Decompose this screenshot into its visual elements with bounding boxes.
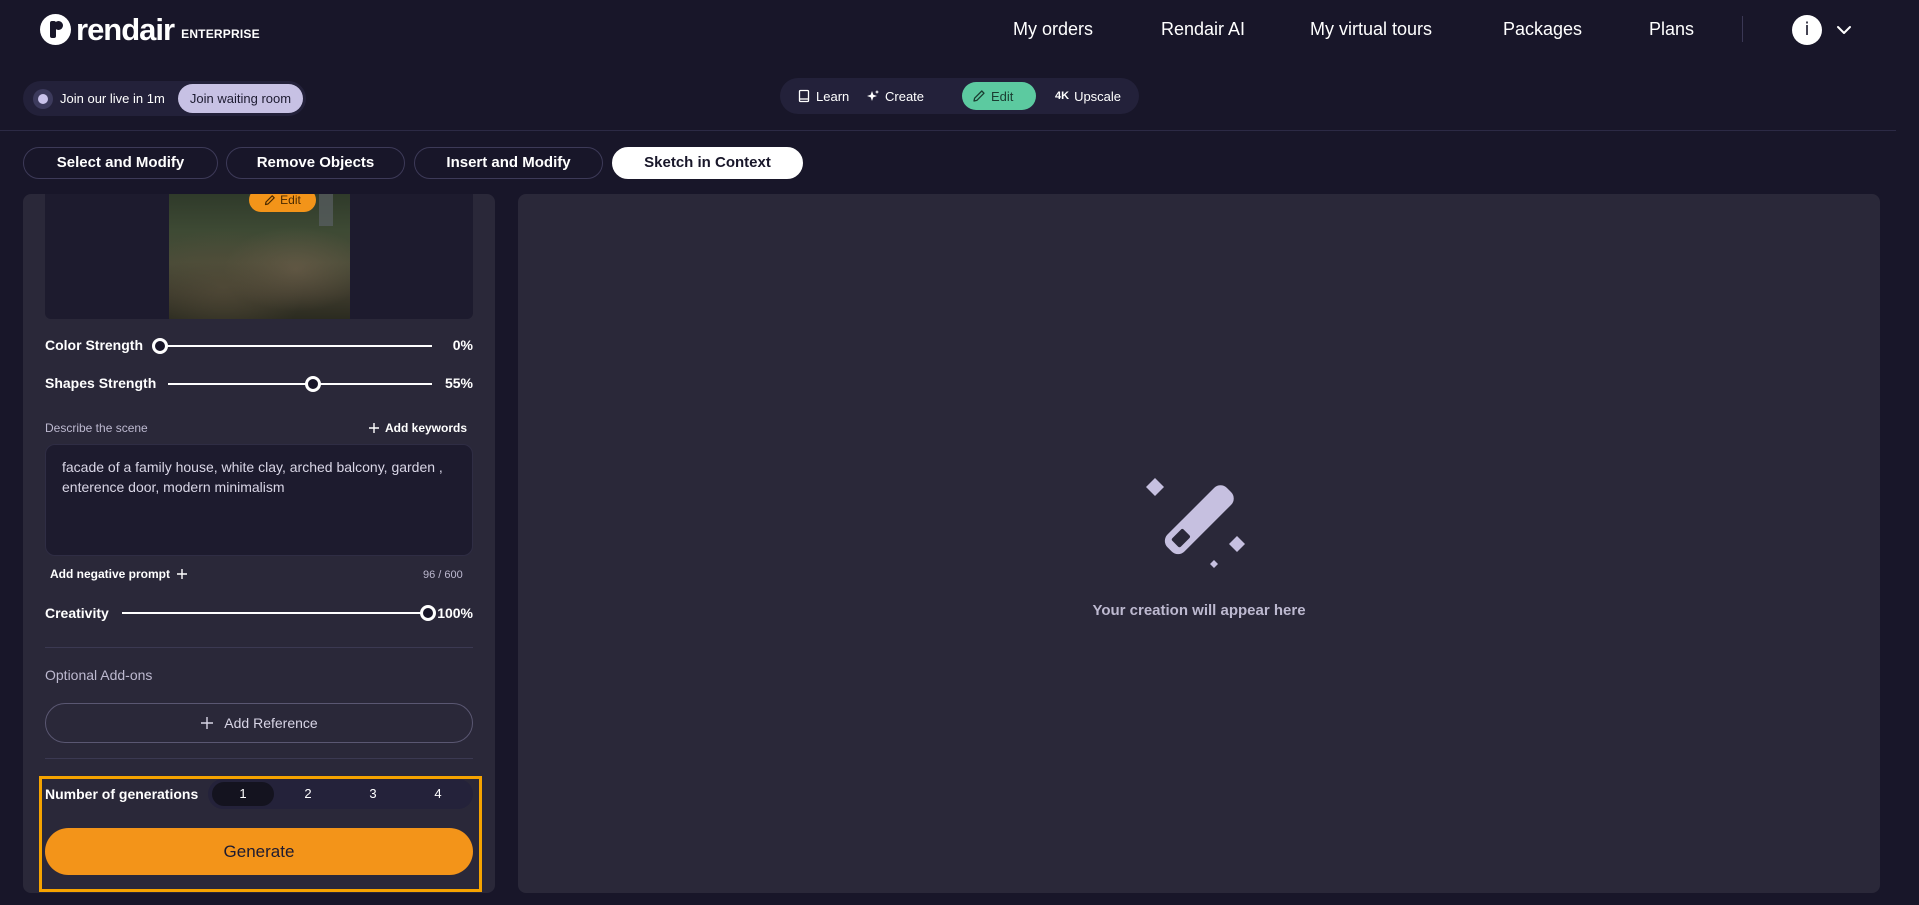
mode-upscale[interactable]: 4K Upscale [1045, 82, 1131, 110]
header-divider [0, 130, 1896, 131]
plus-icon [201, 717, 214, 729]
generate-button[interactable]: Generate [45, 828, 473, 875]
mode-edit-label: Edit [991, 88, 1014, 104]
top-navigation: rendair ENTERPRISE My orders Rendair AI … [0, 0, 1919, 60]
creativity-value: 100% [437, 605, 473, 621]
color-strength-value: 0% [452, 337, 473, 353]
uploaded-sketch-image [169, 194, 350, 319]
optional-addons-title: Optional Add-ons [45, 667, 153, 683]
shapes-strength-slider-track[interactable] [168, 383, 432, 385]
plus-icon [177, 569, 188, 579]
book-icon [798, 89, 810, 103]
prompt-character-count: 96 / 600 [423, 569, 463, 581]
tab-select-and-modify[interactable]: Select and Modify [23, 147, 218, 179]
number-of-generations-label: Number of generations [45, 786, 199, 802]
shapes-strength-label: Shapes Strength [45, 375, 157, 391]
tab-sketch-in-context[interactable]: Sketch in Context [612, 147, 803, 179]
shapes-strength-slider-thumb[interactable] [305, 376, 322, 392]
generations-option-4[interactable]: 4 [407, 782, 469, 806]
sparkle-icon [867, 90, 879, 101]
plus-icon [369, 423, 379, 433]
rendair-logo-icon [40, 14, 71, 45]
add-negative-prompt-label: Add negative prompt [50, 567, 171, 581]
mode-create-label: Create [885, 88, 925, 104]
live-banner: Join our live in 1m Join waiting room [23, 81, 306, 116]
pencil-icon [265, 195, 275, 206]
nav-plans[interactable]: Plans [1649, 19, 1694, 40]
brand-name: rendair [76, 12, 175, 47]
brand-badge: ENTERPRISE [181, 26, 260, 41]
shapes-strength-value: 55% [444, 375, 473, 391]
mode-learn-label: Learn [816, 88, 850, 104]
nav-my-virtual-tours[interactable]: My virtual tours [1310, 19, 1432, 40]
add-reference-button[interactable]: Add Reference [45, 703, 473, 743]
add-reference-label: Add Reference [224, 715, 318, 731]
describe-scene-label: Describe the scene [45, 421, 148, 435]
mode-upscale-label: Upscale [1074, 88, 1122, 104]
mode-edit[interactable]: Edit [962, 82, 1036, 110]
color-strength-label: Color Strength [45, 337, 143, 353]
creativity-slider-track[interactable] [122, 612, 428, 614]
generations-option-3[interactable]: 3 [342, 782, 404, 806]
generations-option-1[interactable]: 1 [212, 782, 274, 806]
live-indicator-icon [33, 89, 53, 109]
generations-selector: 1 2 3 4 [208, 779, 473, 809]
mode-learn[interactable]: Learn [787, 82, 859, 110]
magic-wand-icon [1146, 478, 1245, 568]
mode-create[interactable]: Create [856, 82, 934, 110]
edit-image-label: Edit [280, 194, 301, 207]
section-divider [45, 758, 473, 759]
generations-option-2[interactable]: 2 [277, 782, 339, 806]
nav-rendair-ai[interactable]: Rendair AI [1161, 19, 1245, 40]
live-text: Join our live in 1m [60, 91, 165, 106]
add-keywords-label: Add keywords [385, 421, 468, 435]
mode-switcher: Learn Create Edit 4K Upscale [780, 78, 1139, 114]
section-divider [45, 647, 473, 648]
settings-panel: Edit Color Strength 0% Shapes Strength 5… [23, 194, 495, 893]
sketch-image-container [45, 194, 473, 319]
chevron-down-icon[interactable] [1834, 20, 1854, 40]
nav-packages[interactable]: Packages [1503, 19, 1582, 40]
nav-divider [1742, 16, 1743, 42]
pencil-icon [973, 90, 985, 102]
user-avatar[interactable]: i [1792, 15, 1822, 45]
color-strength-slider-track[interactable] [160, 345, 432, 347]
tab-remove-objects[interactable]: Remove Objects [226, 147, 405, 179]
color-strength-slider-thumb[interactable] [152, 338, 168, 354]
creativity-label: Creativity [45, 605, 109, 621]
4k-icon: 4K [1055, 90, 1070, 102]
tab-insert-and-modify[interactable]: Insert and Modify [414, 147, 603, 179]
join-waiting-room-button[interactable]: Join waiting room [178, 84, 303, 113]
rendair-logo[interactable]: rendair ENTERPRISE [40, 14, 260, 45]
nav-my-orders[interactable]: My orders [1013, 19, 1093, 40]
edit-image-button[interactable]: Edit [249, 194, 316, 212]
scene-description-input[interactable]: facade of a family house, white clay, ar… [45, 444, 473, 556]
preview-placeholder-text: Your creation will appear here [1092, 602, 1306, 619]
creation-preview-area: Your creation will appear here [518, 194, 1880, 893]
add-negative-prompt-button[interactable]: Add negative prompt [50, 567, 188, 581]
add-keywords-button[interactable]: Add keywords [368, 421, 467, 435]
